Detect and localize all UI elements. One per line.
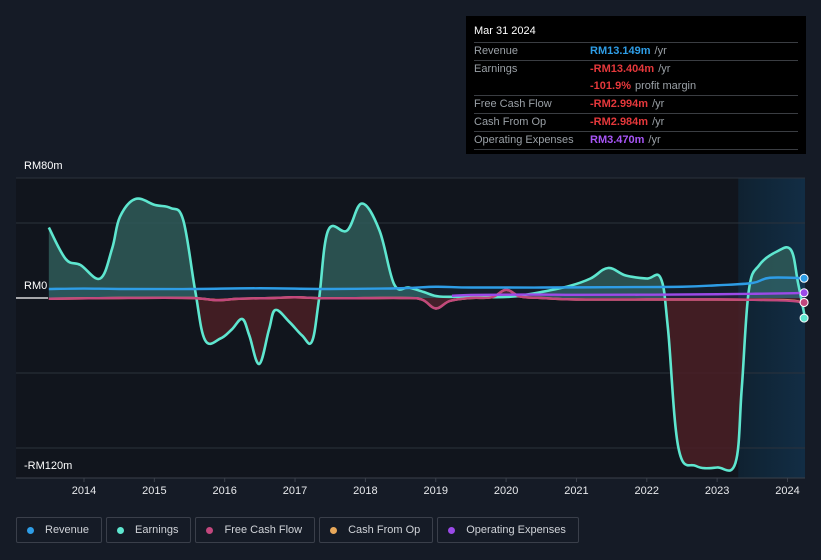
tooltip-row-value: RM3.470m	[590, 134, 645, 146]
legend-dot-icon	[206, 526, 214, 534]
x-tick-label: 2020	[493, 485, 519, 497]
legend-label: Operating Expenses	[466, 524, 566, 536]
legend-dot-icon	[330, 526, 338, 534]
tooltip-row-value: -101.9%	[590, 80, 631, 92]
legend-label: Free Cash Flow	[224, 524, 303, 536]
x-tick-label: 2019	[423, 485, 448, 497]
operating-expenses-end-marker	[799, 288, 809, 298]
tooltip-row-unit: profit margin	[634, 80, 697, 92]
legend-item-free-cash-flow[interactable]: Free Cash Flow	[195, 517, 316, 543]
tooltip-row: Operating Expenses RM3.470m/yr	[474, 132, 798, 150]
tooltip-row-value: -RM13.404m	[590, 63, 655, 75]
legend-item-cash-from-op[interactable]: Cash From Op	[319, 517, 434, 543]
tooltip-row-unit: /yr	[652, 98, 665, 110]
tooltip-row-label: Cash From Op	[474, 116, 547, 128]
legend: Revenue Earnings Free Cash Flow Cash From O…	[16, 517, 579, 543]
legend-dot-icon	[27, 526, 34, 534]
x-tick-label: 2022	[634, 485, 660, 497]
legend-dot-icon	[117, 526, 125, 534]
free-cash-flow-end-marker	[799, 297, 809, 307]
tooltip-row: Free Cash Flow -RM2.994m/yr	[474, 96, 798, 114]
x-tick-label: 2017	[282, 485, 308, 497]
legend-item-operating-expenses[interactable]: Operating Expenses	[437, 517, 579, 543]
tooltip-row-label	[474, 78, 590, 95]
tooltip-row-unit: /yr	[648, 134, 661, 146]
x-tick-label: 2014	[71, 485, 97, 497]
legend-item-revenue[interactable]: Revenue	[16, 517, 103, 543]
tooltip-row: Cash From Op -RM2.984m/yr	[474, 114, 798, 132]
tooltip-row-value: -RM2.994m	[590, 98, 649, 110]
x-tick-label: 2015	[142, 485, 167, 497]
tooltip-row: Revenue RM13.149m/yr	[474, 43, 798, 61]
tooltip-row-unit: /yr	[652, 116, 665, 128]
x-tick-label: 2016	[212, 485, 237, 497]
y-tick-label-zero: RM0	[24, 280, 48, 292]
y-tick-label-top: RM80m	[24, 160, 63, 172]
revenue-end-marker	[799, 273, 809, 283]
tooltip-row-label: Free Cash Flow	[474, 98, 552, 110]
tooltip-row: Earnings -RM13.404m/yr	[474, 61, 798, 78]
tooltip-date: Mar 31 2024	[474, 24, 798, 43]
tooltip-row-unit: /yr	[654, 45, 667, 57]
tooltip-row-label: Operating Expenses	[474, 134, 574, 146]
legend-item-earnings[interactable]: Earnings	[106, 517, 192, 543]
earnings-end-marker	[799, 313, 809, 323]
legend-label: Revenue	[45, 524, 90, 536]
tooltip-row-value: RM13.149m	[590, 45, 651, 57]
x-tick-label: 2021	[564, 485, 589, 497]
legend-label: Earnings	[135, 524, 179, 536]
x-tick-label: 2023	[704, 485, 730, 497]
y-tick-label-bottom: -RM120m	[24, 460, 73, 472]
x-tick-label: 2018	[353, 485, 378, 497]
tooltip: Mar 31 2024 Revenue RM13.149m/yr Earnings -…	[466, 16, 806, 154]
x-tick-label: 2024	[775, 485, 800, 497]
tooltip-row-label: Revenue	[474, 45, 519, 57]
legend-dot-icon	[448, 526, 456, 534]
tooltip-row: -101.9% profit margin	[474, 78, 798, 96]
legend-label: Cash From Op	[348, 524, 421, 536]
tooltip-row-value: -RM2.984m	[590, 116, 649, 128]
tooltip-row-unit: /yr	[658, 63, 671, 75]
tooltip-row-label: Earnings	[474, 63, 518, 75]
